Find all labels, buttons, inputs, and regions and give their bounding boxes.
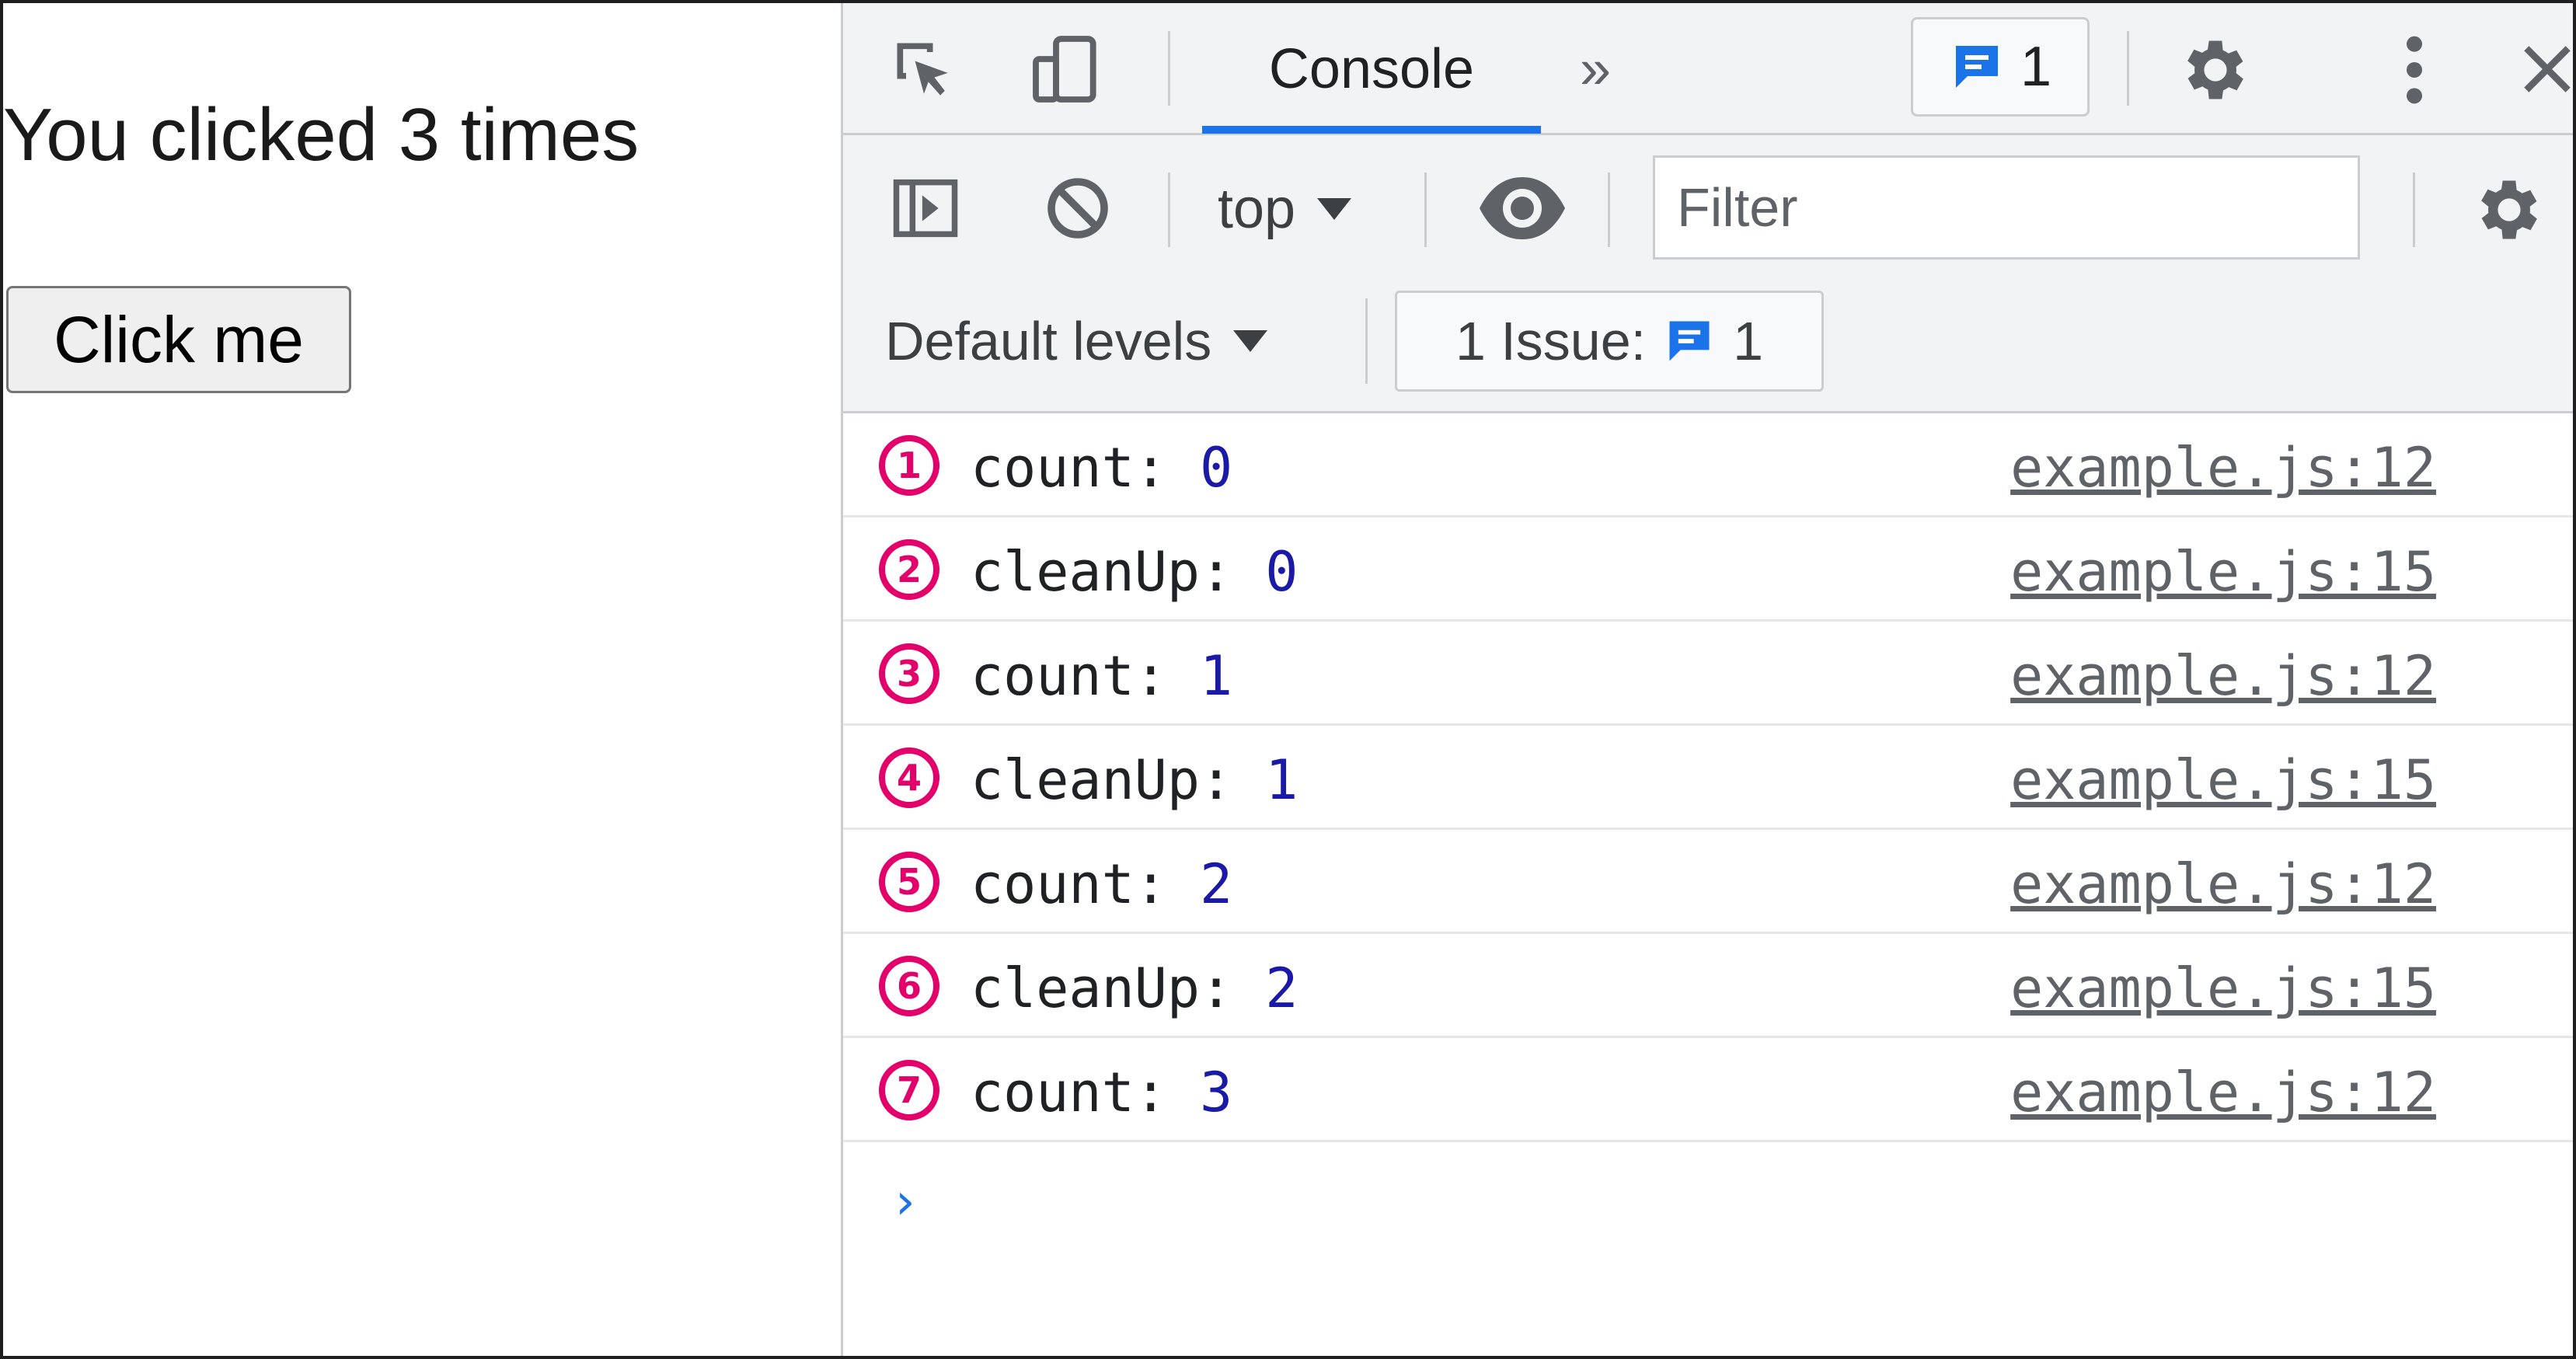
step-number-badge: 7: [879, 1060, 939, 1120]
levels-label: Default levels: [885, 311, 1212, 371]
log-message: count: 3: [971, 1061, 1232, 1124]
step-number-badge: 2: [879, 539, 939, 600]
active-tab-indicator: [1202, 126, 1541, 134]
more-vertical-icon[interactable]: [2391, 31, 2438, 109]
console-row[interactable]: 7 count: 3 example.js:12: [843, 1038, 2573, 1142]
console-messages: 1 count: 0 example.js:12 2 cleanUp: 0 ex…: [843, 413, 2573, 1356]
console-row[interactable]: 5 count: 2 example.js:12: [843, 830, 2573, 934]
source-link[interactable]: example.js:12: [2010, 853, 2436, 915]
log-value: 1: [1265, 748, 1298, 812]
tabbar-separator: [1168, 31, 1170, 106]
source-link[interactable]: example.js:12: [2010, 645, 2436, 707]
log-value: 3: [1200, 1061, 1233, 1124]
step-number-badge: 3: [879, 643, 939, 704]
log-message: cleanUp: 2: [971, 957, 1298, 1019]
log-message: count: 2: [971, 853, 1232, 915]
issues-message-icon: [1949, 39, 2005, 95]
console-row[interactable]: 6 cleanUp: 2 example.js:15: [843, 934, 2573, 1038]
log-label: count:: [971, 644, 1201, 708]
issue-count: 1: [1733, 311, 1764, 371]
screenshot-frame: You clicked 3 times Click me Console » 1…: [0, 0, 2576, 1359]
step-number-badge: 5: [879, 852, 939, 912]
log-value: 1: [1200, 644, 1233, 708]
log-value: 2: [1265, 957, 1298, 1020]
console-row[interactable]: 4 cleanUp: 1 example.js:15: [843, 726, 2573, 830]
console-prompt-chevron-icon[interactable]: ›: [890, 1173, 920, 1231]
log-value: 0: [1200, 436, 1233, 500]
more-tabs-button[interactable]: »: [1580, 34, 1611, 104]
toolbar-separator: [1168, 172, 1170, 247]
device-toolbar-icon[interactable]: [1023, 26, 1109, 112]
console-settings-gear-icon[interactable]: [2470, 171, 2548, 249]
issues-count: 1: [2020, 36, 2052, 98]
source-link[interactable]: example.js:15: [2010, 749, 2436, 811]
log-value: 2: [1200, 852, 1233, 916]
issues-counter-button[interactable]: 1: [1911, 17, 2090, 117]
source-link[interactable]: example.js:15: [2010, 957, 2436, 1019]
issue-label: 1 Issue:: [1455, 311, 1647, 371]
log-message: count: 1: [971, 645, 1232, 707]
console-row[interactable]: 2 cleanUp: 0 example.js:15: [843, 517, 2573, 622]
context-label: top: [1218, 178, 1296, 240]
settings-gear-icon[interactable]: [2177, 31, 2254, 109]
log-levels-dropdown[interactable]: Default levels: [885, 291, 1268, 392]
log-message: count: 0: [971, 437, 1232, 499]
log-label: cleanUp:: [971, 748, 1266, 812]
log-message: cleanUp: 1: [971, 749, 1298, 811]
clear-console-icon[interactable]: [1037, 168, 1118, 249]
sidebar-toggle-icon[interactable]: [885, 168, 966, 249]
source-link[interactable]: example.js:15: [2010, 541, 2436, 603]
log-message: cleanUp: 0: [971, 541, 1298, 603]
log-label: count:: [971, 852, 1201, 916]
console-row[interactable]: 3 count: 1 example.js:12: [843, 622, 2573, 726]
source-link[interactable]: example.js:12: [2010, 437, 2436, 499]
chevron-down-icon: [1317, 198, 1352, 220]
click-count-text: You clicked 3 times: [3, 93, 640, 176]
step-number-badge: 1: [879, 435, 939, 496]
devtools-tab-bar: Console » 1: [843, 3, 2573, 135]
tab-console[interactable]: Console: [1202, 3, 1541, 135]
log-label: count:: [971, 436, 1201, 500]
devtools-panel: Console » 1 top Filter Default levels 1 …: [841, 3, 2573, 1356]
chevron-down-icon: [1233, 330, 1268, 352]
live-expression-eye-icon[interactable]: [1474, 168, 1570, 249]
console-toolbar: top Filter Default levels 1 Issue: 1: [843, 135, 2573, 413]
web-page-viewport: You clicked 3 times Click me: [3, 3, 841, 1356]
execution-context-select[interactable]: top: [1218, 159, 1352, 260]
issues-message-icon: [1663, 315, 1716, 368]
toolbar-separator-2: [1424, 172, 1427, 247]
log-value: 0: [1265, 540, 1298, 604]
step-number-badge: 6: [879, 956, 939, 1016]
tabbar-separator-2: [2127, 31, 2129, 106]
toolbar-separator-3: [1608, 172, 1610, 247]
close-icon[interactable]: [2512, 34, 2573, 104]
inspect-element-icon[interactable]: [885, 31, 963, 109]
toolbar-separator-5: [1365, 298, 1368, 384]
log-label: cleanUp:: [971, 540, 1266, 604]
log-label: count:: [971, 1061, 1201, 1124]
filter-input[interactable]: Filter: [1653, 155, 2360, 260]
click-me-button[interactable]: Click me: [6, 286, 351, 393]
console-row[interactable]: 1 count: 0 example.js:12: [843, 413, 2573, 517]
source-link[interactable]: example.js:12: [2010, 1061, 2436, 1124]
issues-button[interactable]: 1 Issue: 1: [1395, 291, 1824, 392]
toolbar-separator-4: [2413, 172, 2415, 247]
log-label: cleanUp:: [971, 957, 1266, 1020]
step-number-badge: 4: [879, 747, 939, 808]
